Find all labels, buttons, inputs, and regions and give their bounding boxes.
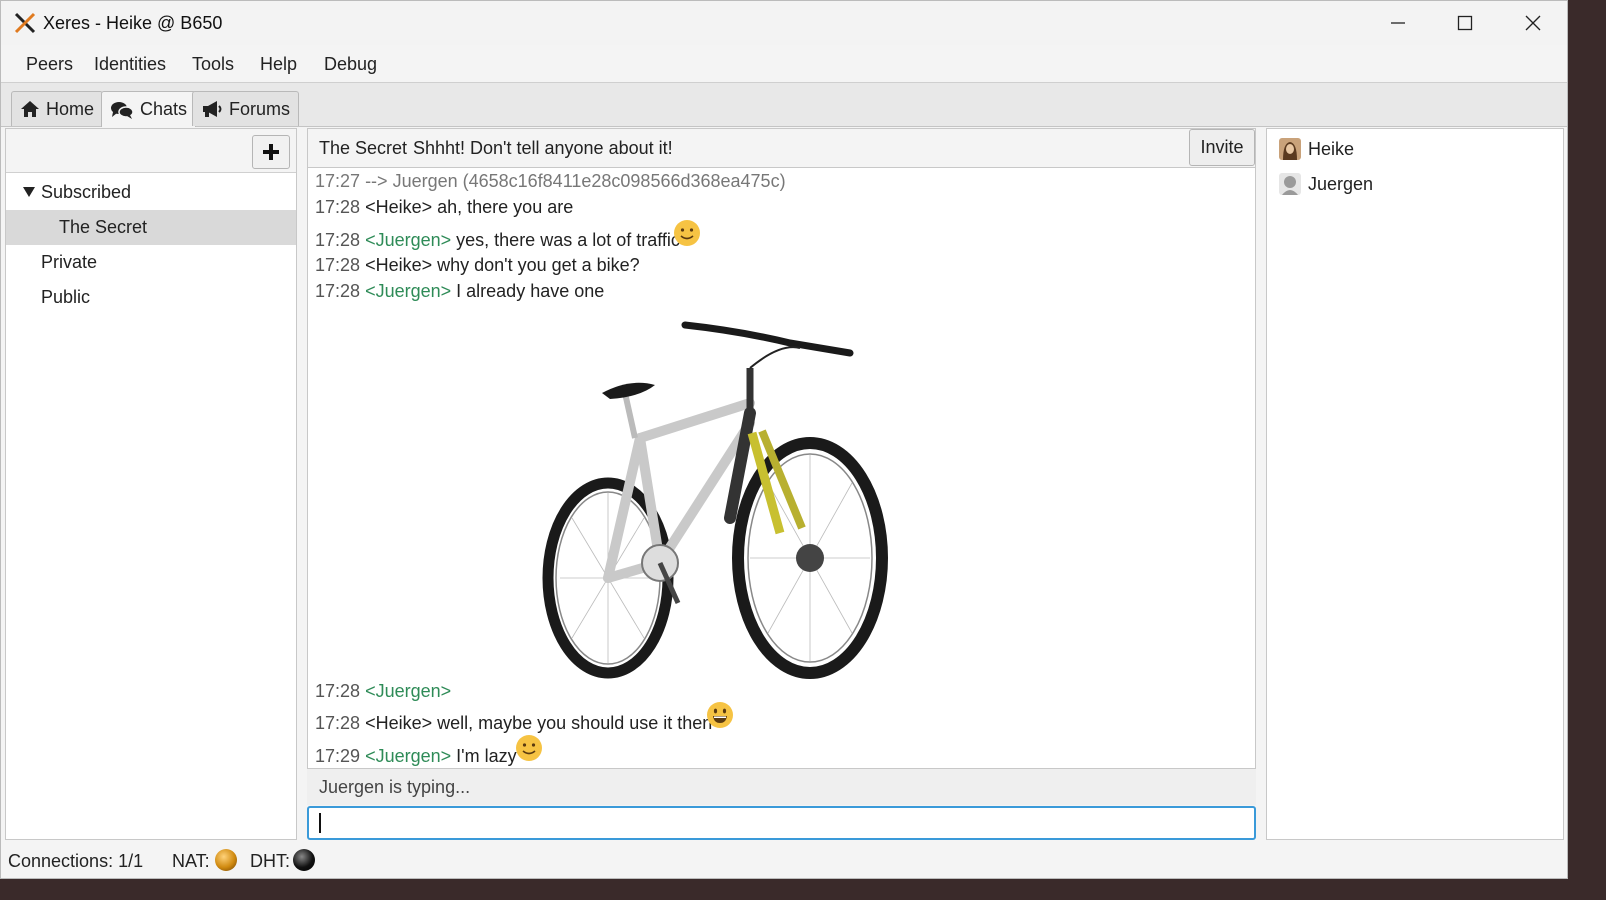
message-nick: <Juergen>: [365, 281, 452, 301]
chats-icon: [111, 101, 134, 119]
menu-peers[interactable]: Peers: [26, 54, 73, 75]
xeres-logo-icon: [14, 12, 36, 34]
invite-button[interactable]: Invite: [1189, 129, 1255, 166]
chat-message: 17:29 <Juergen> I'm lazy: [315, 746, 517, 767]
status-bar: Connections: 1/1 NAT: DHT:: [1, 841, 1567, 878]
typing-status: Juergen is typing...: [319, 777, 471, 797]
maximize-button[interactable]: [1431, 1, 1499, 45]
close-button[interactable]: [1499, 1, 1567, 45]
user-name: Heike: [1308, 138, 1355, 159]
tab-chats[interactable]: Chats: [101, 91, 197, 127]
message-nick: <Heike>: [365, 713, 433, 733]
message-nick: <Heike>: [365, 255, 433, 275]
message-time: 17:27: [315, 171, 361, 191]
room-item-label: Private: [41, 252, 98, 272]
message-text: ah, there you are: [437, 197, 574, 217]
menu-debug[interactable]: Debug: [324, 54, 377, 75]
menu-identities[interactable]: Identities: [94, 54, 166, 75]
minimize-button[interactable]: [1364, 1, 1432, 45]
main-tab-bar: Home Chats Forums: [1, 83, 1567, 127]
message-nick: <Juergen>: [365, 746, 452, 766]
chat-message: 17:28 <Heike> ah, there you are: [315, 197, 573, 218]
chat-log: 17:27 --> Juergen (4658c16f8411e28c09856…: [307, 167, 1256, 769]
dht-status-indicator-icon: [293, 849, 315, 871]
chat-message: 17:28 <Juergen> yes, there was a lot of …: [315, 230, 680, 251]
chat-header: The Secret Shhht! Don't tell anyone abou…: [307, 128, 1256, 167]
room-item-the-secret[interactable]: The Secret: [6, 210, 296, 245]
room-item-private[interactable]: Private: [6, 245, 296, 280]
message-text: yes, there was a lot of traffic: [456, 230, 680, 250]
room-list-panel: Subscribed The Secret Private Public: [5, 128, 297, 840]
juergen-avatar-icon: [1279, 173, 1301, 195]
chat-message: 17:27 --> Juergen (4658c16f8411e28c09856…: [315, 171, 786, 192]
menu-tools[interactable]: Tools: [192, 54, 234, 75]
tab-home[interactable]: Home: [11, 91, 104, 126]
user-item-heike[interactable]: Heike: [1279, 134, 1354, 164]
tab-home-label: Home: [46, 98, 95, 119]
message-time: 17:28: [315, 197, 361, 217]
room-item-label: Public: [41, 287, 91, 307]
grin-emoji-icon: [707, 702, 733, 728]
chat-room-topic: Shhht! Don't tell anyone about it!: [413, 138, 673, 158]
menu-help[interactable]: Help: [260, 54, 297, 75]
chat-message: 17:28 <Juergen> I already have one: [315, 281, 604, 302]
nat-status-indicator-icon: [215, 849, 237, 871]
minimize-icon: [1391, 22, 1405, 24]
slight-smile-emoji-icon: [516, 735, 542, 761]
close-icon: [1525, 15, 1541, 31]
tree-group-label: Subscribed: [41, 182, 132, 202]
chat-room-name: The Secret: [319, 138, 408, 158]
heike-avatar-icon: [1279, 138, 1301, 160]
maximize-icon: [1457, 15, 1473, 31]
tab-forums-label: Forums: [229, 98, 291, 119]
message-time: 17:28: [315, 281, 361, 301]
room-user-list: Heike Juergen: [1266, 128, 1564, 840]
home-icon: [21, 101, 39, 117]
title-bar: Xeres - Heike @ B650: [1, 1, 1567, 45]
message-nick: <Juergen>: [365, 230, 452, 250]
tree-group-subscribed[interactable]: Subscribed: [6, 175, 296, 210]
add-room-button[interactable]: [252, 135, 290, 169]
chat-message: 17:28 <Heike> well, maybe you should use…: [315, 713, 712, 734]
message-time: 17:29: [315, 746, 361, 766]
message-text: --> Juergen (4658c16f8411e28c098566d368e…: [365, 171, 786, 191]
message-time: 17:28: [315, 255, 361, 275]
tab-chats-label: Chats: [140, 99, 188, 119]
user-item-juergen[interactable]: Juergen: [1279, 169, 1373, 199]
message-text: why don't you get a bike?: [437, 255, 640, 275]
user-name: Juergen: [1308, 173, 1374, 194]
bicycle-image: [542, 321, 888, 679]
window-title: Xeres - Heike @ B650: [43, 13, 223, 33]
connections-status: Connections: 1/1: [8, 851, 144, 871]
message-nick: <Heike>: [365, 197, 433, 217]
room-list-toolbar: [6, 129, 296, 173]
typing-indicator-bar: Juergen is typing...: [307, 769, 1256, 805]
menu-bar: Peers Identities Tools Help Debug: [1, 45, 1567, 83]
message-text: well, maybe you should use it then: [437, 713, 713, 733]
message-time: 17:28: [315, 681, 361, 701]
message-text: I'm lazy: [456, 746, 517, 766]
expanded-triangle-icon: [23, 187, 35, 197]
room-item-public[interactable]: Public: [6, 280, 296, 315]
slight-smile-emoji-icon: [674, 220, 700, 246]
chat-message: 17:28 <Juergen>: [315, 681, 451, 702]
chat-input[interactable]: [307, 806, 1256, 840]
nat-label: NAT:: [172, 851, 210, 871]
text-caret: [319, 813, 321, 833]
message-nick: <Juergen>: [365, 681, 452, 701]
tab-forums[interactable]: Forums: [192, 91, 300, 126]
message-time: 17:28: [315, 713, 361, 733]
room-item-label: The Secret: [59, 217, 148, 237]
plus-icon: [263, 144, 279, 160]
dht-label: DHT:: [250, 851, 290, 871]
message-time: 17:28: [315, 230, 361, 250]
app-window: Xeres - Heike @ B650 Peers Identities To…: [0, 0, 1568, 879]
message-text: I already have one: [456, 281, 605, 301]
megaphone-icon: [203, 101, 222, 117]
chat-message: 17:28 <Heike> why don't you get a bike?: [315, 255, 640, 276]
